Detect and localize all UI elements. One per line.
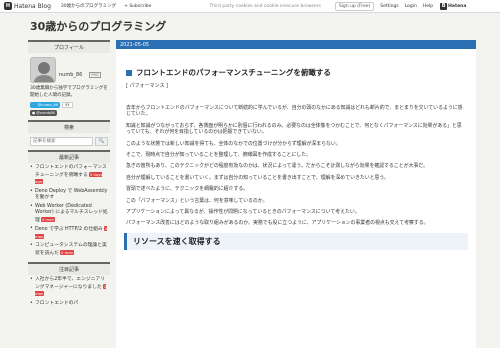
login-link[interactable]: Login	[405, 4, 417, 9]
avatar[interactable]	[30, 57, 56, 83]
hatena-blog-logo[interactable]: H Hatena Blog	[4, 2, 51, 10]
hatena-icon: B	[440, 2, 448, 10]
search-heading: 検索	[28, 120, 110, 133]
help-link[interactable]: Help	[423, 4, 433, 9]
paragraph: そこで、現時点で自分が知っていることを整理して、俯瞰図を作成することにした。	[126, 152, 312, 159]
recent-entries-list: フロントエンドのパフォーマンスチューニングを俯瞰する3 days ago Den…	[28, 163, 110, 262]
subscribe-button[interactable]: + Subscribe	[124, 4, 151, 9]
twitter-follow: 🐦 @numb_86 55	[30, 102, 108, 108]
github-button[interactable]: ● @numb86	[30, 110, 57, 116]
profile-description: 30歳無職から独学でプログラミングを開始した人間の記録。	[30, 86, 108, 98]
search-button[interactable]: 🔍	[95, 137, 108, 146]
entry-article: 2021-05-05 フロントエンドのパフォーマンスチューニングを俯瞰する [ …	[116, 40, 476, 348]
list-item[interactable]: 入社から2年半で、エンジニアリングマネージャーになりました2 mon	[30, 277, 108, 299]
twitter-count: 55	[61, 102, 73, 108]
paragraph: 冒頭で述べたように、テクニックを網羅的に紹介する。	[126, 186, 249, 193]
signup-button[interactable]: Sign up (Free)	[334, 1, 375, 11]
paragraph: 知識と知識がつながっておらず、各側面が明らかに別個に行われるのみ。必要なのは全体…	[126, 122, 462, 136]
popular-entries-list: 入社から2年半で、エンジニアリングマネージャーになりました2 mon フロントエ…	[28, 275, 110, 312]
github-follow: ● @numb86	[30, 110, 108, 116]
pro-badge: PRO	[89, 71, 101, 78]
paragraph: パフォーマンス改善にはどのような取り組みがあるのか。実務でも役に立つように、アプ…	[126, 220, 429, 227]
settings-link[interactable]: Settings	[380, 4, 398, 9]
paragraph: 去年からフロントエンドのパフォーマンスについて断続的に学んでいるが、自分の頭のな…	[126, 105, 463, 118]
blog-name-link[interactable]: 30歳からのプログラミング	[61, 3, 116, 9]
list-item[interactable]: フロントエンドのパ	[30, 301, 108, 308]
paragraph: 自分が理解していることを書いていく。まずは自分の知っていることを書き出すことで、…	[126, 174, 389, 181]
twitter-follow-button[interactable]: 🐦 @numb_86	[30, 102, 60, 108]
profile-id: numb_86 PRO	[59, 61, 101, 80]
search-module: 🔍	[28, 133, 110, 150]
title-square-icon	[126, 69, 132, 76]
entry-title[interactable]: フロントエンドのパフォーマンスチューニングを俯瞰する	[126, 67, 476, 78]
search-icon: 🔍	[98, 139, 105, 144]
entry-body: 去年からフロントエンドのパフォーマンスについて断続的に学んでいるが、自分の頭のな…	[126, 105, 466, 227]
profile-heading: プロフィール	[28, 40, 110, 53]
list-item[interactable]: Web Worker (Dedicated Worker) によるマルチスレッド…	[30, 204, 108, 225]
paragraph: アプリケーションによって異なるが、操作性が問題になっているときのパフォーマンスに…	[126, 209, 360, 216]
list-item[interactable]: Deno で学ぶ HTTP/2 の仕組み4 mon	[30, 226, 108, 241]
hatena-brand[interactable]: B Hatena	[440, 2, 466, 10]
profile-links: 🐦 @numb_86 55 ● @numb86	[30, 102, 108, 116]
blog-title[interactable]: 30歳からのプログラミング	[30, 18, 166, 34]
list-item[interactable]: コンピュータシステムの理論と実装を読んだ5 mon	[30, 243, 108, 257]
date-badge: 4 mon	[40, 216, 55, 222]
section-heading: リソースを速く取得する	[124, 232, 468, 250]
profile-module: numb_86 PRO 30歳無職から独学でプログラミングを開始した人間の記録。…	[28, 53, 110, 120]
profile-row: numb_86 PRO	[30, 57, 108, 83]
recent-entries-heading: 最新記事	[28, 150, 110, 163]
paragraph: 急ぎの箇所もあり、このテクニックがどの程度有効なのかは、状況によって違う。だから…	[126, 163, 428, 170]
sidebar: プロフィール numb_86 PRO 30歳無職から独学でプログラミングを開始し…	[28, 40, 110, 312]
popular-entries-heading: 注目記事	[28, 262, 110, 275]
entry-date[interactable]: 2021-05-05	[116, 40, 476, 49]
paragraph: この「パフォーマンス」という言葉は、何を意味しているのか。	[126, 197, 268, 204]
search-input[interactable]	[30, 137, 93, 146]
date-badge: 5 mon	[60, 249, 75, 255]
profile-username[interactable]: numb_86	[59, 72, 82, 78]
cookie-notice: Third party cookies and cookie insecure …	[209, 3, 321, 9]
list-item[interactable]: Deno Deploy で WebAssembly を動かす	[30, 189, 108, 202]
list-item[interactable]: フロントエンドのパフォーマンスチューニングを俯瞰する3 days ago	[30, 165, 108, 187]
paragraph: このような状態では新しい知識を得ても、全体のなかでの位置づけが分からず理解が深ま…	[126, 140, 341, 147]
hatena-logo-icon: H	[4, 2, 12, 10]
global-header: H Hatena Blog 30歳からのプログラミング + Subscribe …	[0, 0, 500, 13]
entry-category[interactable]: [ パフォーマンス ]	[126, 82, 476, 89]
